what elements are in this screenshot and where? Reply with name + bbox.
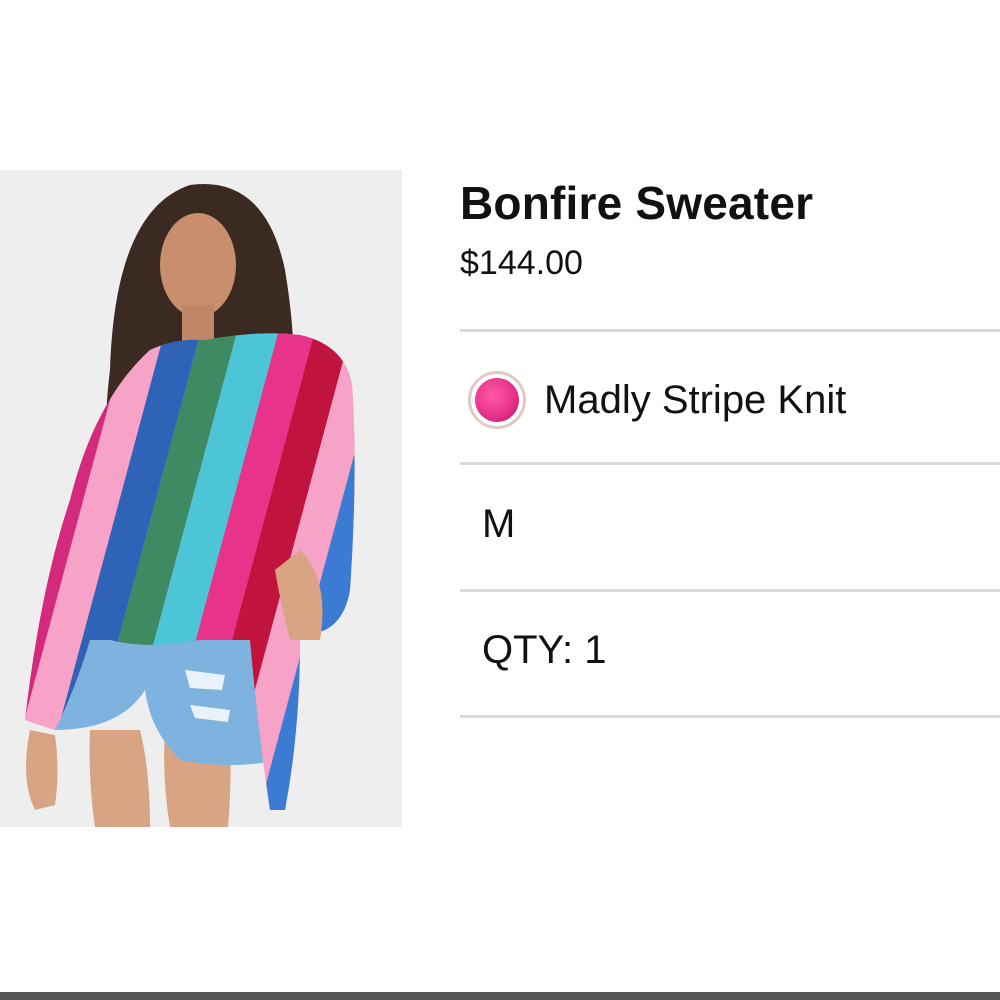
size-value: M [482,501,516,546]
divider [460,329,1000,332]
divider [460,715,1000,718]
cart-item: Bonfire Sweater $144.00 Madly Stripe Kni… [0,0,1000,1000]
size-option[interactable]: M [460,462,1000,586]
color-option[interactable]: Madly Stripe Knit [460,338,1000,462]
color-swatch-fill [475,378,519,422]
product-image[interactable] [0,170,402,827]
product-price: $144.00 [460,244,583,282]
quantity-option[interactable]: QTY: 1 [460,588,1000,712]
product-photo [0,170,402,827]
product-title[interactable]: Bonfire Sweater [460,176,813,230]
color-name: Madly Stripe Knit [544,377,847,422]
color-swatch-icon [468,371,526,429]
bottom-edge-bar [0,992,1000,1000]
quantity-value: QTY: 1 [482,627,607,672]
